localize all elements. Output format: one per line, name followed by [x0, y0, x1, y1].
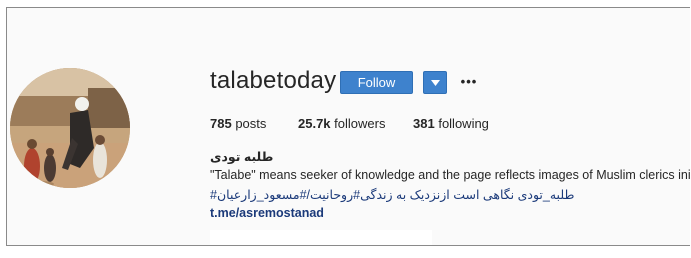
redacted-area — [210, 230, 432, 245]
following-count: 381 — [413, 116, 435, 131]
profile-full-name: طلبه تودی — [210, 150, 274, 164]
more-options-button[interactable]: ••• — [459, 73, 479, 89]
posts-label: posts — [235, 116, 267, 131]
profile-external-link[interactable]: t.me/asremostanad — [210, 206, 324, 220]
profile-header: talabetoday Follow ••• 785 posts 25.7k f… — [6, 7, 690, 246]
profile-username: talabetoday — [210, 67, 337, 94]
followers-count: 25.7k — [298, 116, 331, 131]
profile-bio-description: "Talabe" means seeker of knowledge and t… — [210, 168, 690, 182]
following-stat[interactable]: 381 following — [413, 116, 489, 131]
following-label: following — [438, 116, 489, 131]
suggested-accounts-dropdown-button[interactable] — [423, 71, 447, 94]
follow-button[interactable]: Follow — [340, 71, 413, 94]
more-options-icon: ••• — [460, 73, 478, 89]
posts-stat: 785 posts — [210, 116, 266, 131]
posts-count: 785 — [210, 116, 232, 131]
chevron-down-icon — [430, 79, 440, 86]
followers-label: followers — [334, 116, 386, 131]
avatar-photo — [10, 68, 130, 188]
profile-bio-hashtags[interactable]: طلبه_تودی نگاهی است ازنزدیک به زندگی#روح… — [210, 187, 574, 202]
page-bottom-margin — [0, 246, 691, 258]
followers-stat[interactable]: 25.7k followers — [298, 116, 385, 131]
profile-avatar[interactable] — [10, 68, 130, 188]
